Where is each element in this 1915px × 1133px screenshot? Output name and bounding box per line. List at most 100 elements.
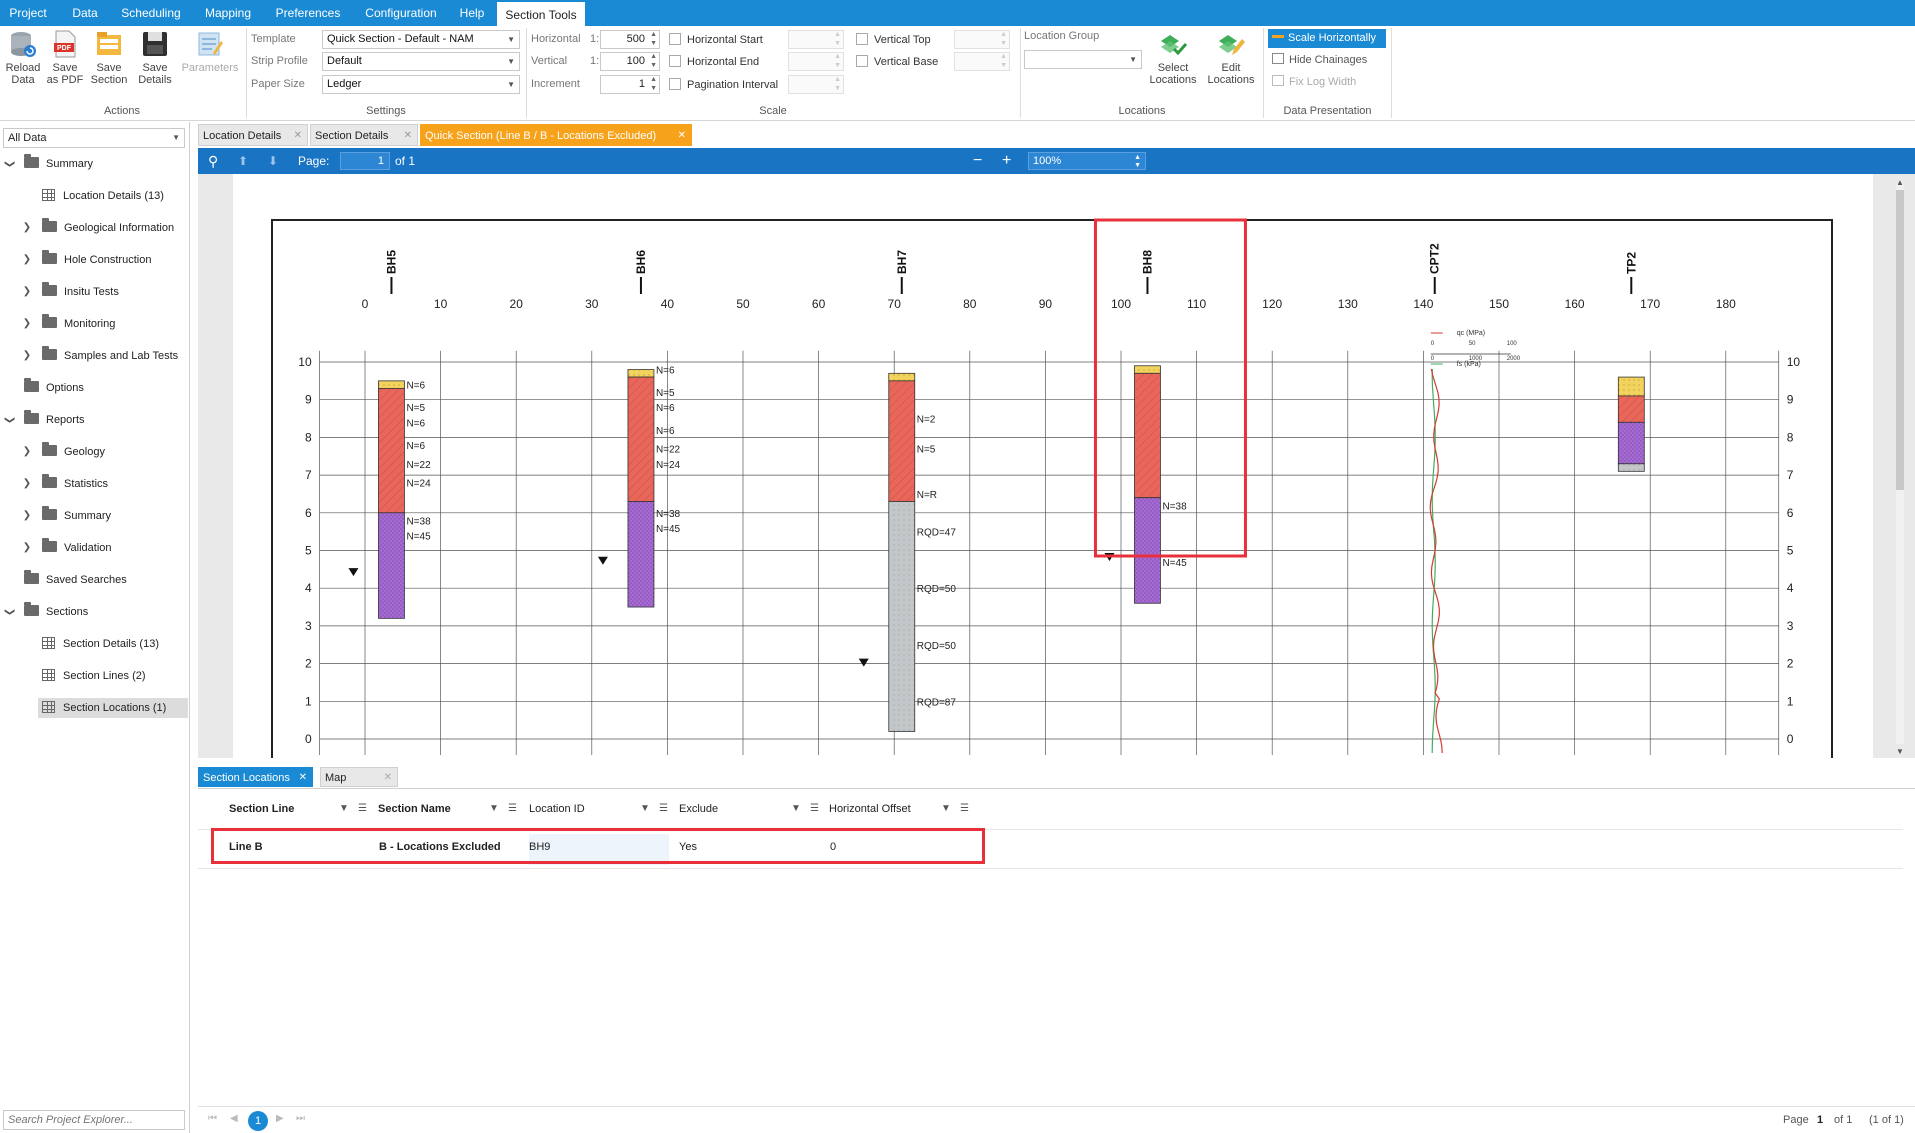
chevron-down-icon[interactable]: ❯ <box>0 415 19 425</box>
tab-location-details[interactable]: Location Details ✕ <box>198 124 308 146</box>
close-icon[interactable]: ✕ <box>678 125 686 147</box>
chevron-right-icon[interactable]: ❯ <box>22 442 32 462</box>
filter-icon[interactable]: ▼ <box>941 803 951 814</box>
explorer-search-input[interactable] <box>4 1111 182 1129</box>
vertical-scale-input[interactable]: 100 ▲ ▼ <box>600 52 660 71</box>
tab-section-locations[interactable]: Section Locations ✕ <box>198 767 313 787</box>
column-header-section-line[interactable]: Section Line <box>229 803 294 815</box>
tree-item[interactable]: ❯ Validation <box>0 538 188 558</box>
explorer-search-box[interactable] <box>3 1110 185 1130</box>
increment-input[interactable]: 1 ▲ ▼ <box>600 75 660 94</box>
scale-horizontally-button[interactable]: Scale Horizontally <box>1268 29 1386 48</box>
tree-item[interactable]: ❯ Hole Construction <box>0 250 188 270</box>
edit-locations-button[interactable]: Edit Locations <box>1206 29 1256 86</box>
filter-icon[interactable]: ▼ <box>640 803 650 814</box>
tree-item[interactable]: ❯ Summary <box>0 506 188 526</box>
column-menu-icon[interactable]: ☰ <box>508 803 517 814</box>
tab-quick-section[interactable]: Quick Section (Line B / B - Locations Ex… <box>420 124 692 146</box>
strip-profile-select[interactable]: Default ▼ <box>322 52 520 71</box>
column-menu-icon[interactable]: ☰ <box>810 803 819 814</box>
tree-item[interactable]: ❯ Geological Information <box>0 218 188 238</box>
tree-item[interactable]: Section Lines (2) <box>0 666 188 686</box>
pager-current[interactable]: 1 <box>248 1111 268 1131</box>
pagination-interval-input[interactable]: ▲ ▼ <box>788 75 844 94</box>
tree-item[interactable]: ❯ Insitu Tests <box>0 282 188 302</box>
page-input[interactable]: 1 <box>340 152 390 170</box>
horizontal-end-checkbox[interactable]: Horizontal End <box>669 55 759 69</box>
close-icon[interactable]: ✕ <box>384 768 392 788</box>
zoom-out-icon[interactable]: − <box>973 148 982 174</box>
tree-item[interactable]: Options <box>0 378 188 398</box>
paper-size-select[interactable]: Ledger ▼ <box>322 75 520 94</box>
chevron-right-icon[interactable]: ❯ <box>22 538 32 558</box>
tab-map[interactable]: Map ✕ <box>320 767 398 787</box>
chevron-right-icon[interactable]: ❯ <box>22 314 32 334</box>
filter-icon[interactable]: ▼ <box>791 803 801 814</box>
template-select[interactable]: Quick Section - Default - NAM ▼ <box>322 30 520 49</box>
menu-section-tools[interactable]: Section Tools <box>497 0 585 26</box>
previous-page-icon[interactable]: ◀ <box>230 1113 238 1124</box>
last-page-icon[interactable]: ⏭ <box>296 1113 305 1124</box>
chevron-right-icon[interactable]: ❯ <box>22 346 32 366</box>
first-page-icon[interactable]: ⏮ <box>208 1113 217 1124</box>
filter-icon[interactable]: ▼ <box>489 803 499 814</box>
column-header-exclude[interactable]: Exclude <box>679 803 718 815</box>
parameters-button[interactable]: Parameters <box>180 29 240 74</box>
arrow-down-icon[interactable]: ⬇ <box>268 148 278 174</box>
save-section-button[interactable]: Save Section <box>88 29 130 86</box>
column-menu-icon[interactable]: ☰ <box>659 803 668 814</box>
filter-icon[interactable]: ▼ <box>339 803 349 814</box>
horizontal-start-checkbox[interactable]: Horizontal Start <box>669 33 763 47</box>
chevron-right-icon[interactable]: ❯ <box>22 282 32 302</box>
chevron-right-icon[interactable]: ❯ <box>22 250 32 270</box>
arrow-up-icon[interactable]: ⬆ <box>238 148 248 174</box>
tree-item[interactable]: ❯ Summary <box>0 154 188 174</box>
menu-preferences[interactable]: Preferences <box>268 0 348 26</box>
menu-help[interactable]: Help <box>452 0 492 26</box>
fix-log-width-button[interactable]: Fix Log Width <box>1272 75 1356 88</box>
chevron-down-icon[interactable]: ❯ <box>0 159 19 169</box>
column-menu-icon[interactable]: ☰ <box>358 803 367 814</box>
tree-item[interactable]: Section Locations (1) <box>38 698 188 718</box>
search-icon[interactable]: ⚲ <box>208 148 218 174</box>
column-header-horizontal-offset[interactable]: Horizontal Offset <box>829 803 911 815</box>
reload-data-button[interactable]: Reload Data <box>3 29 43 86</box>
zoom-in-icon[interactable]: + <box>1002 148 1011 174</box>
close-icon[interactable]: ✕ <box>299 768 307 788</box>
vertical-base-input[interactable]: ▲ ▼ <box>954 52 1010 71</box>
tree-item[interactable]: ❯ Geology <box>0 442 188 462</box>
chevron-right-icon[interactable]: ❯ <box>22 218 32 238</box>
tree-item[interactable]: Location Details (13) <box>0 186 188 206</box>
tab-section-details[interactable]: Section Details ✕ <box>310 124 418 146</box>
tree-item[interactable]: ❯ Monitoring <box>0 314 188 334</box>
menu-configuration[interactable]: Configuration <box>356 0 446 26</box>
tree-item[interactable]: Saved Searches <box>0 570 188 590</box>
horizontal-scale-input[interactable]: 500 ▲ ▼ <box>600 30 660 49</box>
vertical-top-checkbox[interactable]: Vertical Top <box>856 33 931 47</box>
location-group-select[interactable]: ▼ <box>1024 50 1142 69</box>
save-details-button[interactable]: Save Details <box>134 29 176 86</box>
pagination-interval-checkbox[interactable]: Pagination Interval <box>669 78 778 92</box>
column-menu-icon[interactable]: ☰ <box>960 803 969 814</box>
explorer-filter-select[interactable]: All Data ▼ <box>3 128 185 148</box>
vertical-top-input[interactable]: ▲ ▼ <box>954 30 1010 49</box>
tree-item[interactable]: Section Details (13) <box>0 634 188 654</box>
horizontal-start-input[interactable]: ▲ ▼ <box>788 30 844 49</box>
vertical-base-checkbox[interactable]: Vertical Base <box>856 55 938 69</box>
chevron-right-icon[interactable]: ❯ <box>22 474 32 494</box>
menu-project[interactable]: Project <box>0 0 56 26</box>
tree-item[interactable]: ❯ Reports <box>0 410 188 430</box>
tree-item[interactable]: ❯ Samples and Lab Tests <box>0 346 188 366</box>
menu-mapping[interactable]: Mapping <box>196 0 260 26</box>
next-page-icon[interactable]: ▶ <box>276 1113 284 1124</box>
select-locations-button[interactable]: Select Locations <box>1148 29 1198 86</box>
chevron-down-icon[interactable]: ❯ <box>0 607 19 617</box>
column-header-section-name[interactable]: Section Name <box>378 803 451 815</box>
tree-item[interactable]: ❯ Sections <box>0 602 188 622</box>
save-pdf-button[interactable]: PDF Save as PDF <box>46 29 84 86</box>
menu-scheduling[interactable]: Scheduling <box>114 0 188 26</box>
column-header-location-id[interactable]: Location ID <box>529 803 585 815</box>
horizontal-end-input[interactable]: ▲ ▼ <box>788 52 844 71</box>
close-icon[interactable]: ✕ <box>404 125 412 147</box>
zoom-select[interactable]: 100% ▲ ▼ <box>1028 152 1146 170</box>
